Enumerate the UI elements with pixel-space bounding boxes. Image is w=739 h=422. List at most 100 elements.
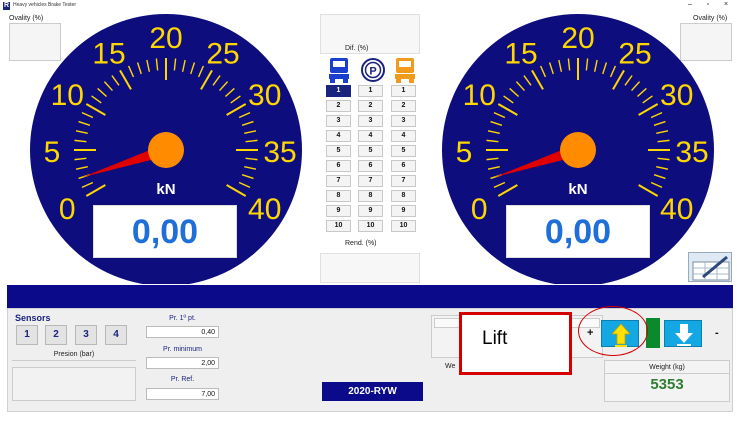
lift-down-button[interactable]	[664, 320, 702, 347]
right-gauge-tick-label: 10	[463, 79, 496, 112]
rend-label: Rend. (%)	[345, 240, 377, 247]
sensors-title: Sensors	[15, 313, 51, 323]
maximize-button[interactable]: ▫	[701, 0, 715, 10]
sensor-button-2[interactable]: 2	[45, 325, 67, 345]
axle-cell[interactable]: 1	[326, 85, 351, 97]
right-gauge-tick-label: 0	[471, 193, 488, 226]
sensor-button-3[interactable]: 3	[75, 325, 97, 345]
axle-cell[interactable]: 4	[391, 130, 416, 142]
presion-box	[12, 367, 136, 401]
left-force-value: 0,00	[93, 205, 237, 258]
app-icon: R	[3, 2, 10, 10]
parking-brake-icon: P	[361, 58, 385, 82]
axle-cell[interactable]: 7	[391, 175, 416, 187]
axle-cell[interactable]: 5	[391, 145, 416, 157]
pr-ref-field[interactable]: 7,00	[146, 388, 219, 400]
left-gauge-tick-label: 30	[248, 79, 281, 112]
left-gauge-tick-label: 10	[51, 79, 84, 112]
axle-cell[interactable]: 6	[391, 160, 416, 172]
axle-cell[interactable]: 3	[358, 115, 383, 127]
axle-cell[interactable]: 9	[358, 205, 383, 217]
left-gauge-tick-label: 40	[248, 193, 281, 226]
axle-cell[interactable]: 3	[326, 115, 351, 127]
status-bar	[7, 285, 733, 308]
axle-cell[interactable]: 7	[358, 175, 383, 187]
right-gauge-unit: kN	[568, 181, 587, 198]
axle-cell[interactable]: 2	[391, 100, 416, 112]
pr-first-point-field[interactable]: 0,40	[146, 326, 219, 338]
lift-highlight-ellipse	[578, 306, 648, 356]
vehicle-plate: 2020-RYW	[322, 382, 423, 401]
lift-callout-box	[459, 312, 572, 375]
left-gauge-tick-label: 5	[44, 136, 61, 169]
axle-cell[interactable]: 8	[391, 190, 416, 202]
left-axle-column: 1 2 3 4 5 6 7 8 9 10	[326, 85, 351, 235]
arrow-down-icon	[675, 324, 693, 346]
dif-label: Dif. (%)	[345, 45, 369, 52]
right-gauge-tick-label: 35	[675, 136, 708, 169]
right-gauge-tick-label: 15	[504, 37, 537, 70]
axle-cell[interactable]: 4	[358, 130, 383, 142]
minus-sign: -	[715, 327, 719, 339]
axle-cell[interactable]: 6	[358, 160, 383, 172]
weight-label: Weight (kg)	[604, 364, 730, 374]
presion-label: Presion (bar)	[12, 351, 136, 361]
left-gauge-tick-label: 0	[59, 193, 76, 226]
axle-cell[interactable]: 10	[326, 220, 351, 232]
axle-cell[interactable]: 3	[391, 115, 416, 127]
rend-frame	[320, 253, 420, 283]
left-gauge-tick-label: 15	[92, 37, 125, 70]
right-gauge-tick-label: 20	[561, 22, 594, 55]
axle-cell[interactable]: 6	[326, 160, 351, 172]
report-button[interactable]	[688, 252, 732, 282]
right-gauge-tick-label: 30	[660, 79, 693, 112]
pr-first-point-label: Pr. 1º pt.	[169, 315, 196, 322]
axle-cell[interactable]: 10	[391, 220, 416, 232]
pr-ref-label: Pr. Ref.	[170, 376, 195, 383]
left-gauge-tick-label: 25	[206, 37, 239, 70]
truck-front-icon-blue	[329, 58, 349, 83]
axle-cell[interactable]: 1	[391, 85, 416, 97]
minimize-button[interactable]: –	[683, 0, 697, 10]
left-gauge-tick-label: 35	[263, 136, 296, 169]
lift-callout-label: Lift	[482, 328, 508, 349]
axle-cell[interactable]: 5	[358, 145, 383, 157]
right-gauge-hub	[560, 132, 596, 168]
axle-cell[interactable]: 9	[326, 205, 351, 217]
sensor-button-4[interactable]: 4	[105, 325, 127, 345]
left-gauge-unit: kN	[156, 181, 175, 198]
axle-cell[interactable]: 7	[326, 175, 351, 187]
axle-cell[interactable]: 10	[358, 220, 383, 232]
right-gauge-tick-label: 5	[456, 136, 473, 169]
right-gauge-tick-label: 25	[618, 37, 651, 70]
axle-cell[interactable]: 9	[391, 205, 416, 217]
dif-frame	[320, 14, 420, 54]
axle-cell[interactable]: 2	[326, 100, 351, 112]
left-gauge-tick-label: 20	[149, 22, 182, 55]
sensor-button-1[interactable]: 1	[16, 325, 38, 345]
pr-minimum-label: Pr. minimum	[163, 346, 202, 353]
right-force-value: 0,00	[506, 205, 650, 258]
brake-tester-window: R Heavy vehicles Brake Tester – ▫ × Oval…	[0, 0, 739, 422]
pr-minimum-field[interactable]: 2,00	[146, 357, 219, 369]
window-title: Heavy vehicles Brake Tester	[13, 2, 76, 8]
svg-text:P: P	[369, 66, 376, 78]
axle-icon-row: P	[329, 58, 415, 83]
we-partial-label: We	[445, 363, 456, 370]
title-bar: R Heavy vehicles Brake Tester – ▫ ×	[0, 0, 739, 12]
axle-cell[interactable]: 5	[326, 145, 351, 157]
lift-status-indicator	[646, 318, 660, 348]
edit-report-icon	[692, 255, 730, 281]
middle-axle-column: 1 2 3 4 5 6 7 8 9 10	[358, 85, 383, 235]
axle-cell[interactable]: 1	[358, 85, 383, 97]
axle-cell[interactable]: 8	[358, 190, 383, 202]
weight-value: 5353	[650, 376, 684, 393]
left-gauge-hub	[148, 132, 184, 168]
axle-cell[interactable]: 4	[326, 130, 351, 142]
right-axle-column: 1 2 3 4 5 6 7 8 9 10	[391, 85, 416, 235]
right-gauge-tick-label: 40	[660, 193, 693, 226]
axle-cell[interactable]: 8	[326, 190, 351, 202]
axle-cell[interactable]: 2	[358, 100, 383, 112]
close-button[interactable]: ×	[719, 0, 733, 10]
truck-front-icon-orange	[395, 58, 415, 83]
